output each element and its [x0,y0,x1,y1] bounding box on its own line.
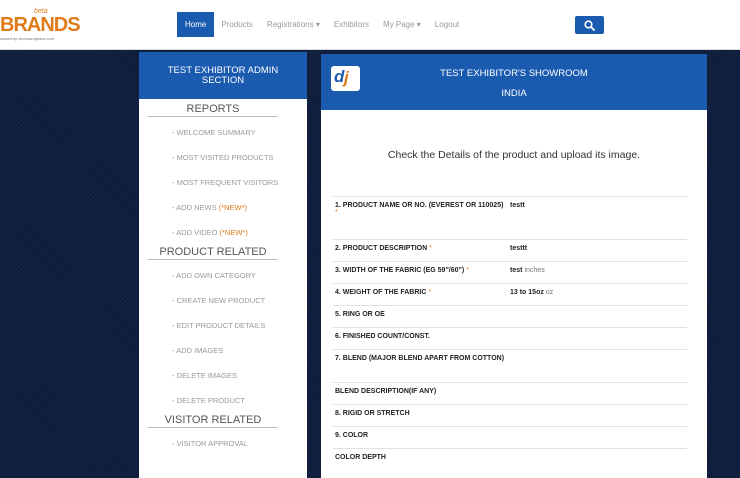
table-row: 9. COLOR [333,426,687,449]
logo-brand: BRANDS [0,14,81,36]
table-row: COLOR DEPTH [333,448,687,471]
sidebar-item-edit-product-details[interactable]: - EDIT PRODUCT DETAILS [139,321,307,330]
top-navbar: beta BRANDS owned by denimandjeans.com H… [0,0,740,50]
sidebar-title: TEST EXHIBITOR ADMIN SECTION [139,52,307,99]
sidebar-item-delete-product[interactable]: - DELETE PRODUCT [139,396,307,405]
required-marker: * [466,267,469,274]
sidebar-item-most-visited-products[interactable]: - MOST VISITED PRODUCTS [139,153,307,162]
table-row: 4. WEIGHT OF THE FABRIC * 13 to 15oz oz [333,283,687,306]
instruction-text: Check the Details of the product and upl… [387,149,641,161]
product-details-table: 1. PRODUCT NAME OR NO. (EVEREST OR 11002… [333,196,687,471]
row-value: test [510,267,523,274]
new-badge: (*NEW*) [219,228,248,237]
table-row: 6. FINISHED COUNT/CONST. [333,327,687,350]
row-label: COLOR DEPTH [333,448,508,471]
row-label: 2. PRODUCT DESCRIPTION [335,245,430,252]
sidebar-item-add-own-category[interactable]: - ADD OWN CATEGORY [139,271,307,280]
showroom-panel: d j TEST EXHIBITOR'S SHOWROOM INDIA Chec… [321,54,707,478]
nav-home[interactable]: Home [177,12,215,37]
nav-products[interactable]: Products [214,12,260,37]
row-value: 13 to 15oz [510,289,544,296]
sidebar-item-add-images[interactable]: - ADD IMAGES [139,346,307,355]
row-label: 5. RING OR OE [333,305,508,328]
sidebar-item-add-news[interactable]: - ADD NEWS (*NEW*) [139,203,307,212]
table-row: 3. WIDTH OF THE FABRIC (EG 59"/60") * te… [333,261,687,284]
product-related-heading: PRODUCT RELATED [148,246,278,260]
required-marker: * [428,289,432,296]
admin-sidebar: TEST EXHIBITOR ADMIN SECTION REPORTS - W… [139,52,307,478]
table-row: 5. RING OR OE [333,305,687,328]
row-label: 8. RIGID OR STRETCH [333,404,508,427]
table-row: BLEND DESCRIPTION(IF ANY) [333,382,687,405]
nav-my-page[interactable]: My Page ▾ [376,12,428,37]
sidebar-item-most-frequent-visitors[interactable]: - MOST FREQUENT VISITORS [139,178,307,187]
visitor-related-heading: VISITOR RELATED [148,414,278,428]
row-value: testt [510,202,525,209]
main-nav: Home Products Registrations ▾ Exhibitors… [177,12,466,37]
row-label: 9. COLOR [333,426,508,449]
reports-heading: REPORTS [148,103,278,117]
search-icon [584,20,595,31]
showroom-country: INDIA [501,88,527,99]
nav-registrations[interactable]: Registrations ▾ [260,12,327,37]
dj-logo-icon: d j [331,66,360,91]
row-label: 7. BLEND (MAJOR BLEND APART FROM COTTON) [333,349,508,383]
row-label: BLEND DESCRIPTION(IF ANY) [333,382,508,405]
table-row: 7. BLEND (MAJOR BLEND APART FROM COTTON) [333,349,687,383]
row-label: 4. WEIGHT OF THE FABRIC [335,289,429,296]
row-unit: oz [545,289,554,296]
search-button[interactable] [575,16,604,34]
row-value: testtt [510,245,528,252]
sidebar-item-visitor-approval[interactable]: - VISITOR APPROVAL [139,439,307,448]
brands-logo[interactable]: beta BRANDS owned by denimandjeans.com [0,8,81,42]
row-label: 6. FINISHED COUNT/CONST. [333,327,508,350]
row-label: 1. PRODUCT NAME OR NO. (EVEREST OR 11002… [335,202,504,209]
sidebar-item-welcome-summary[interactable]: - WELCOME SUMMARY [139,128,307,137]
nav-logout[interactable]: Logout [428,12,466,37]
showroom-title: TEST EXHIBITOR'S SHOWROOM [440,68,588,79]
row-label: 3. WIDTH OF THE FABRIC (EG 59"/60") [335,267,467,274]
sidebar-title-line2: SECTION [201,75,245,86]
logo-tagline: owned by denimandjeans.com [0,36,55,41]
table-row: 2. PRODUCT DESCRIPTION * testtt [333,239,687,262]
sidebar-item-create-new-product[interactable]: - CREATE NEW PRODUCT [139,296,307,305]
table-row: 8. RIGID OR STRETCH [333,404,687,427]
sidebar-item-delete-images[interactable]: - DELETE IMAGES [139,371,307,380]
table-row: 1. PRODUCT NAME OR NO. (EVEREST OR 11002… [333,196,687,240]
nav-exhibitors[interactable]: Exhibitors [327,12,376,37]
required-marker: * [429,245,432,252]
required-marker: * [335,209,338,216]
row-unit: inches [524,267,545,274]
showroom-header: d j TEST EXHIBITOR'S SHOWROOM INDIA [321,54,707,110]
sidebar-item-add-video[interactable]: - ADD VIDEO (*NEW*) [139,228,307,237]
new-badge: (*NEW*) [218,203,248,212]
